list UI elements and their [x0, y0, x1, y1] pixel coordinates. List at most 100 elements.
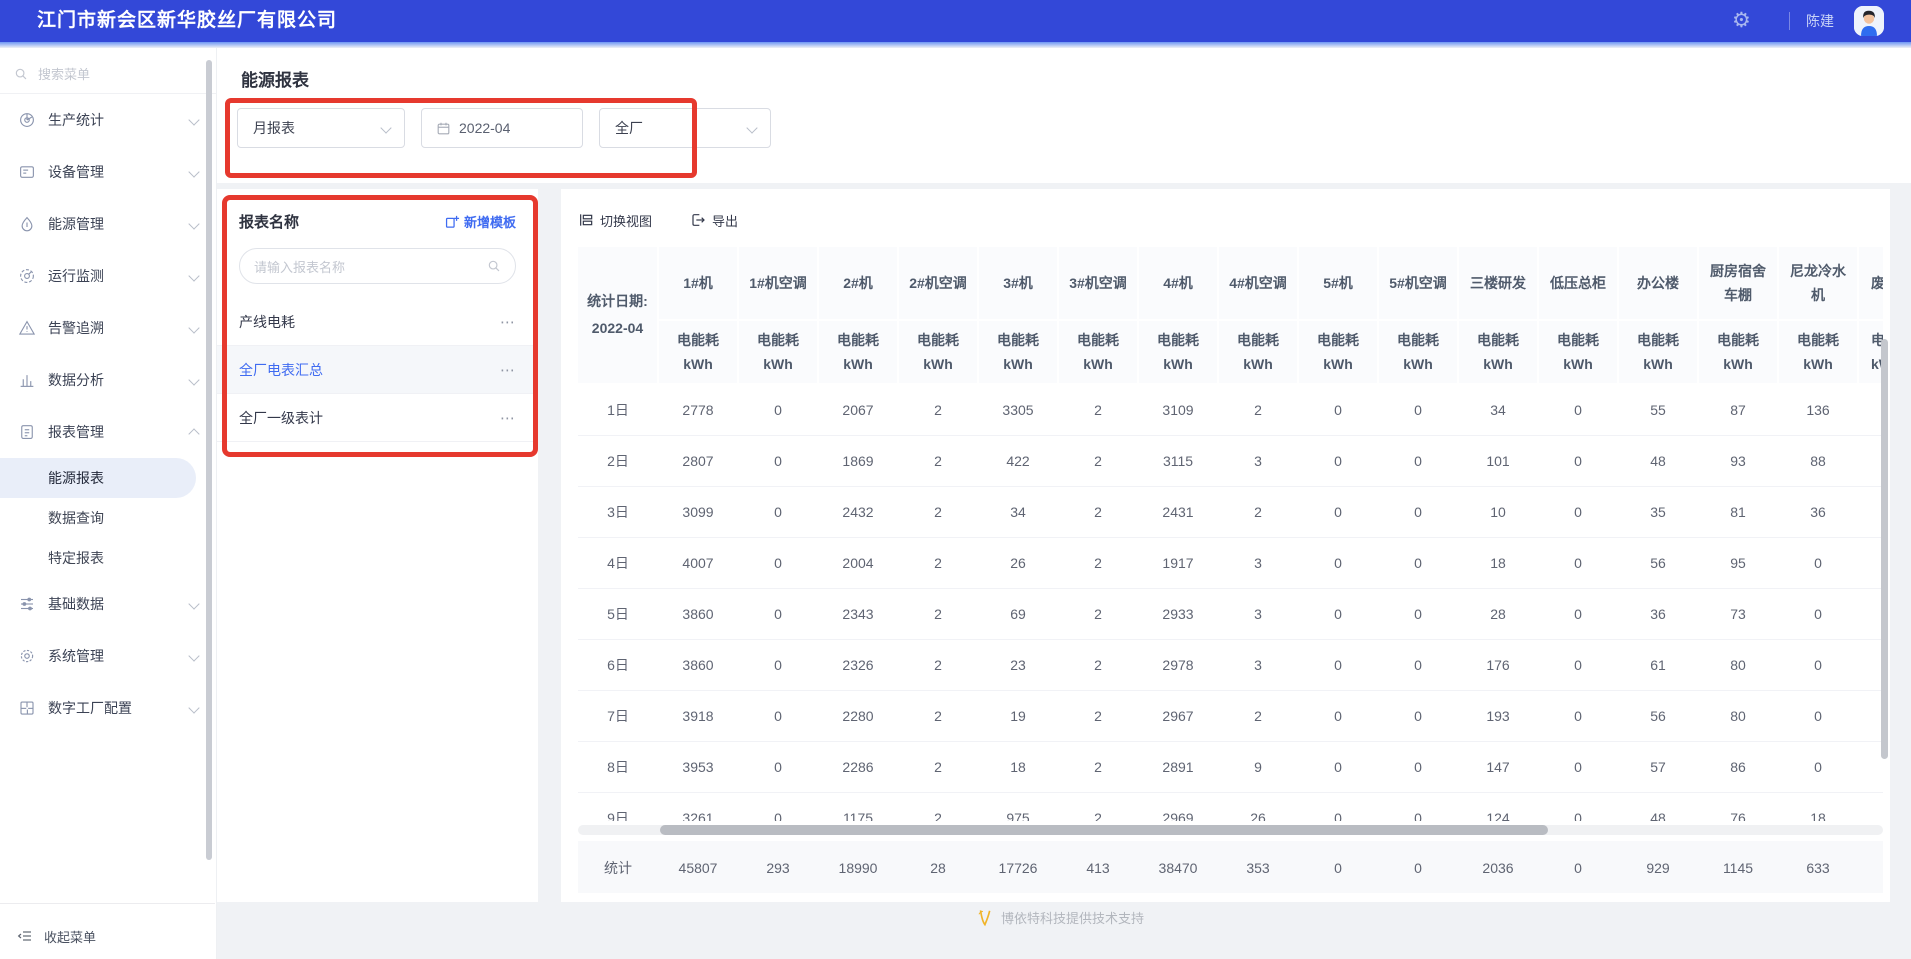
- more-options-icon[interactable]: ⋯: [500, 313, 516, 331]
- value-cell: 0: [738, 793, 818, 822]
- collapse-menu-label: 收起菜单: [44, 927, 96, 946]
- table-row[interactable]: 5日3860023432692293330028036730: [578, 589, 1883, 640]
- value-cell: 3: [1218, 436, 1298, 487]
- report-table-card: 切换视图 导出 统计日期: 2022-041#机1#机空调2#机2#机空调3#机…: [561, 189, 1890, 902]
- sidebar-item-1[interactable]: 设备管理: [0, 146, 216, 198]
- sidebar-subitem-数据查询[interactable]: 数据查询: [0, 498, 216, 538]
- value-cell: 9: [1218, 742, 1298, 793]
- panel-title: 报表名称: [239, 211, 445, 232]
- value-cell: 2432: [818, 487, 898, 538]
- value-cell: 975: [978, 793, 1058, 822]
- row-day-cell: 4日: [578, 538, 658, 589]
- sidebar-item-6[interactable]: 报表管理: [0, 406, 216, 458]
- more-options-icon[interactable]: ⋯: [500, 409, 516, 427]
- sidebar-item-3[interactable]: 运行监测: [0, 250, 216, 302]
- value-cell: 2280: [818, 691, 898, 742]
- value-cell: 0: [1378, 384, 1458, 436]
- user-name[interactable]: 陈建: [1806, 0, 1834, 42]
- horizontal-scrollbar-thumb[interactable]: [660, 825, 1548, 835]
- energy-drop-icon: [18, 215, 36, 233]
- value-cell: 2067: [818, 384, 898, 436]
- bar-chart-icon: [18, 371, 36, 389]
- value-cell: 0: [1778, 691, 1858, 742]
- value-cell: 2: [898, 436, 978, 487]
- value-cell: 2969: [1138, 793, 1218, 822]
- sidebar-item-2[interactable]: 能源管理: [0, 198, 216, 250]
- sidebar-search[interactable]: 搜索菜单: [0, 48, 216, 93]
- value-cell: 2: [1218, 384, 1298, 436]
- value-cell: 1869: [818, 436, 898, 487]
- switch-view-label: 切换视图: [600, 211, 652, 230]
- export-icon: [690, 212, 706, 228]
- sidebar-item-5[interactable]: 数据分析: [0, 354, 216, 406]
- value-cell: 76: [1698, 793, 1778, 822]
- row-day-cell: 1日: [578, 384, 658, 436]
- table-row[interactable]: 8日39530228621822891900147057860: [578, 742, 1883, 793]
- value-cell: 35: [1618, 487, 1698, 538]
- sidebar-item-7[interactable]: 基础数据: [0, 578, 216, 630]
- report-table: 统计日期: 2022-041#机1#机空调2#机2#机空调3#机3#机空调4#机…: [578, 247, 1883, 821]
- table-header-unit: 电能耗kWh: [1458, 320, 1538, 384]
- value-cell: 3860: [658, 589, 738, 640]
- table-row[interactable]: 7日39180228021922967200193056800: [578, 691, 1883, 742]
- sidebar-item-label: 生产统计: [48, 110, 190, 130]
- sidebar-item-4[interactable]: 告警追溯: [0, 302, 216, 354]
- value-cell: 2967: [1138, 691, 1218, 742]
- value-cell: 2807: [658, 436, 738, 487]
- value-cell: 2: [1058, 487, 1138, 538]
- report-list-item-全厂一级表计[interactable]: 全厂一级表计⋯: [217, 394, 538, 442]
- table-row[interactable]: 4日4007020042262191730018056950: [578, 538, 1883, 589]
- export-button[interactable]: 导出: [690, 211, 738, 230]
- value-cell: 0: [1298, 589, 1378, 640]
- collapse-menu-icon: [16, 928, 34, 944]
- sidebar-item-label: 告警追溯: [48, 318, 190, 338]
- sidebar-subitem-能源报表[interactable]: 能源报表: [0, 458, 196, 498]
- value-cell: 69: [978, 589, 1058, 640]
- report-list-item-全厂电表汇总[interactable]: 全厂电表汇总⋯: [217, 346, 538, 394]
- table-row[interactable]: 1日27780206723305231092003405587136: [578, 384, 1883, 436]
- sidebar-subitem-特定报表[interactable]: 特定报表: [0, 538, 216, 578]
- collapse-menu-button[interactable]: 收起菜单: [0, 916, 231, 956]
- summary-value-cell: 2036: [1458, 841, 1538, 893]
- table-row[interactable]: 6日38600232622322978300176061800: [578, 640, 1883, 691]
- table-header-col: 3#机空调: [1058, 247, 1138, 320]
- table-row[interactable]: 9日32610117529752296926001240487618: [578, 793, 1883, 822]
- horizontal-scrollbar-track[interactable]: [578, 825, 1883, 835]
- vertical-scrollbar-thumb[interactable]: [1881, 339, 1888, 759]
- value-cell: 422: [978, 436, 1058, 487]
- value-cell: 3115: [1138, 436, 1218, 487]
- value-cell: 23: [978, 640, 1058, 691]
- value-cell: 0: [1538, 589, 1618, 640]
- value-cell: 1917: [1138, 538, 1218, 589]
- table-header-col: 低压总柜: [1538, 247, 1618, 320]
- value-cell: 0: [1538, 384, 1618, 436]
- report-search-input[interactable]: 请输入报表名称: [239, 248, 516, 284]
- add-template-button[interactable]: 新增模板: [445, 212, 516, 231]
- chevron-up-icon: [188, 428, 199, 439]
- value-cell: 36: [1778, 487, 1858, 538]
- summary-row: 统计45807293189902817726413384703530020360…: [578, 841, 1883, 893]
- user-avatar[interactable]: [1854, 6, 1884, 36]
- value-cell: 48: [1618, 436, 1698, 487]
- table-row[interactable]: 3日30990243223422431200100358136: [578, 487, 1883, 538]
- sidebar-item-9[interactable]: 数字工厂配置: [0, 682, 216, 734]
- value-cell: 56: [1618, 538, 1698, 589]
- sidebar-item-0[interactable]: 生产统计: [0, 94, 216, 146]
- more-options-icon[interactable]: ⋯: [500, 361, 516, 379]
- value-cell: 136: [1778, 384, 1858, 436]
- table-header-col: 3#机: [978, 247, 1058, 320]
- table-row[interactable]: 2日2807018692422231153001010489388: [578, 436, 1883, 487]
- sidebar-item-8[interactable]: 系统管理: [0, 630, 216, 682]
- summary-value-cell: 633: [1778, 841, 1858, 893]
- production-stats-icon: [18, 111, 36, 129]
- value-cell: 0: [1378, 538, 1458, 589]
- sidebar-bottom-divider: [0, 903, 215, 904]
- report-list-item-产线电耗[interactable]: 产线电耗⋯: [217, 298, 538, 346]
- switch-view-button[interactable]: 切换视图: [578, 211, 652, 230]
- value-cell: 2: [898, 487, 978, 538]
- gear-icon[interactable]: ⚙: [1732, 9, 1751, 33]
- sidebar-scrollbar[interactable]: [206, 60, 212, 860]
- value-cell: 2: [1058, 538, 1138, 589]
- value-cell: 18: [1778, 793, 1858, 822]
- sidebar-search-placeholder: 搜索菜单: [38, 64, 90, 83]
